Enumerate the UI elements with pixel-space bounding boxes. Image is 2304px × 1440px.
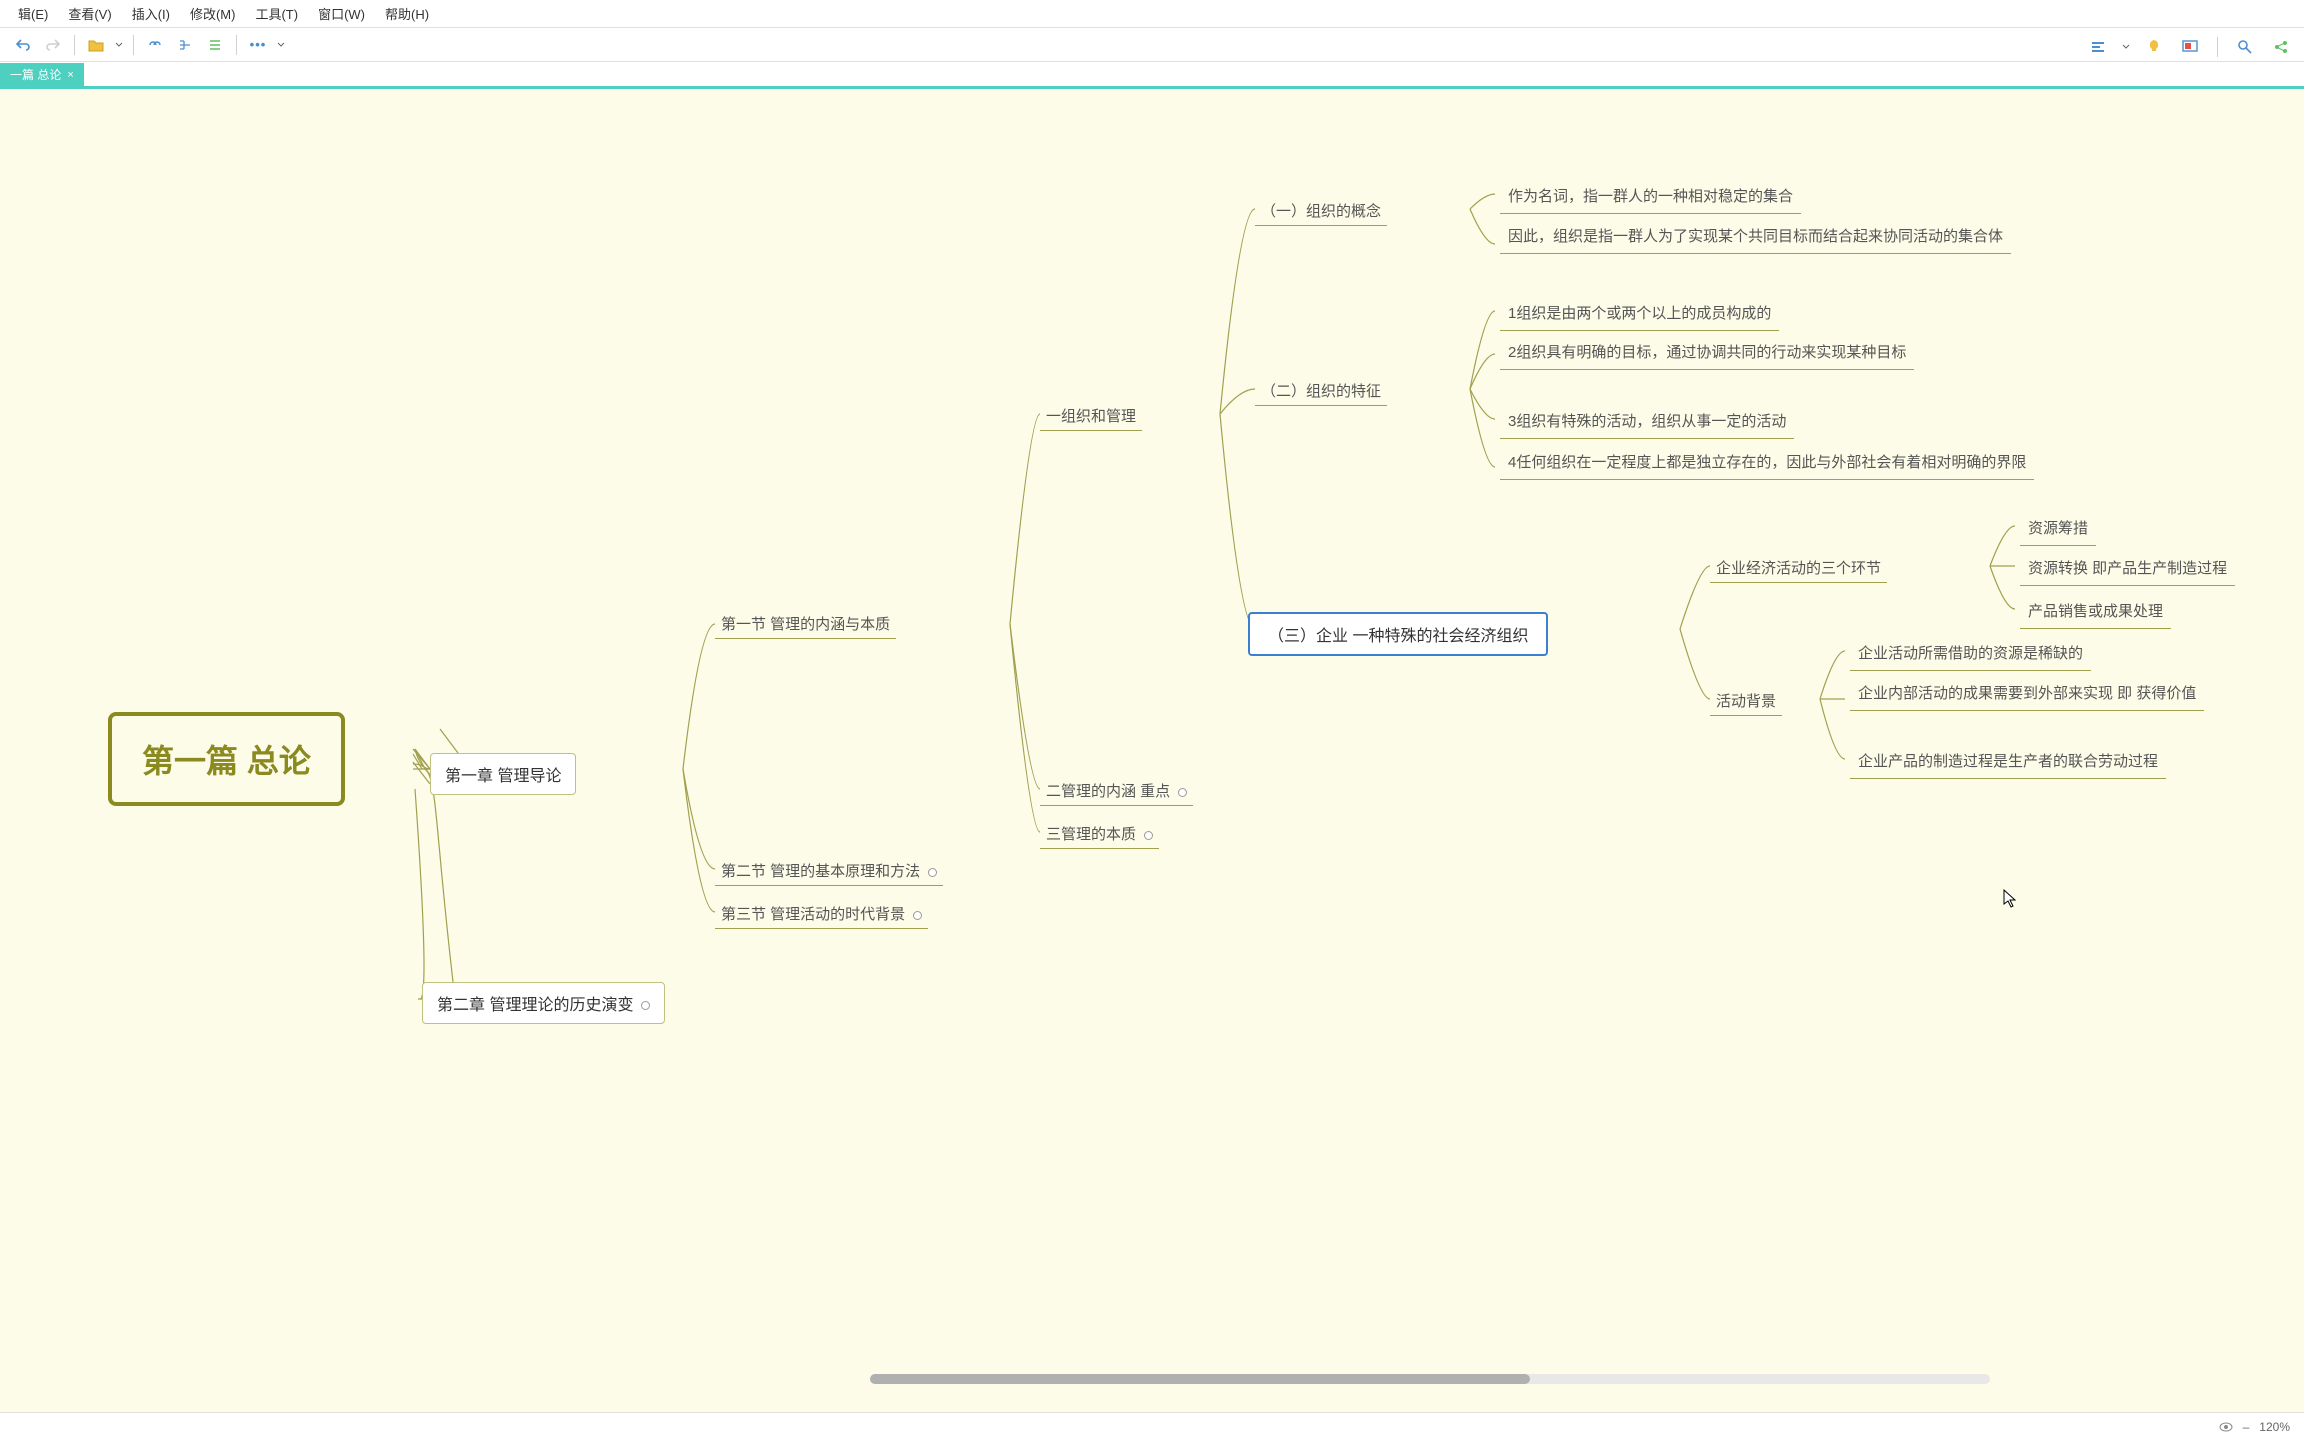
tab-bar: 一篇 总论 × [0, 62, 2304, 86]
idea-button[interactable] [2141, 34, 2167, 60]
more-button[interactable]: ••• [245, 32, 271, 58]
share-button[interactable] [2268, 34, 2294, 60]
leaf-q1a[interactable]: 资源筹措 [2020, 513, 2096, 546]
leaf-q2c[interactable]: 企业产品的制造过程是生产者的联合劳动过程 [1850, 746, 2166, 779]
leaf-l2d[interactable]: 4任何组织在一定程度上都是独立存在的，因此与外部社会有着相对明确的界限 [1500, 447, 2034, 480]
node-topic2[interactable]: 二管理的内涵 重点 [1040, 776, 1193, 806]
leaf-l2c[interactable]: 3组织有特殊的活动，组织从事一定的活动 [1500, 406, 1794, 439]
collapse-icon[interactable] [928, 868, 937, 877]
leaf-q2a[interactable]: 企业活动所需借助的资源是稀缺的 [1850, 638, 2091, 671]
search-button[interactable] [2232, 34, 2258, 60]
branch-button[interactable] [172, 32, 198, 58]
folder-dropdown[interactable] [113, 32, 125, 58]
align-dropdown[interactable] [2121, 34, 2131, 60]
folder-button[interactable] [83, 32, 109, 58]
node-section2[interactable]: 第二节 管理的基本原理和方法 [715, 856, 943, 886]
mindmap-canvas[interactable]: 第一篇 总论 第一章 管理导论 第二章 管理理论的历史演变 第一节 管理的内涵与… [0, 86, 2304, 1412]
leaf-l2a[interactable]: 1组织是由两个或两个以上的成员构成的 [1500, 298, 1779, 331]
status-bar: – 120% [0, 1412, 2304, 1440]
node-p1[interactable]: （一）组织的概念 [1255, 196, 1387, 226]
leaf-l2b[interactable]: 2组织具有明确的目标，通过协调共同的行动来实现某种目标 [1500, 337, 1914, 370]
menu-help[interactable]: 帮助(H) [375, 0, 439, 27]
leaf-l1b[interactable]: 因此，组织是指一群人为了实现某个共同目标而结合起来协同活动的集合体 [1500, 221, 2011, 254]
tab-close-icon[interactable]: × [67, 69, 73, 81]
node-section1[interactable]: 第一节 管理的内涵与本质 [715, 609, 896, 639]
redo-button[interactable] [40, 32, 66, 58]
leaf-l1a[interactable]: 作为名词，指一群人的一种相对稳定的集合 [1500, 181, 1801, 214]
menu-view[interactable]: 查看(V) [58, 0, 121, 27]
zoom-level[interactable]: 120% [2259, 1420, 2290, 1434]
menu-window[interactable]: 窗口(W) [308, 0, 375, 27]
node-chapter2[interactable]: 第二章 管理理论的历史演变 [422, 982, 665, 1024]
collapse-icon[interactable] [1144, 831, 1153, 840]
undo-button[interactable] [10, 32, 36, 58]
more-dropdown[interactable] [275, 32, 287, 58]
horizontal-scrollbar[interactable] [870, 1374, 1990, 1384]
leaf-q2b[interactable]: 企业内部活动的成果需要到外部来实现 即 获得价值 [1850, 678, 2204, 711]
node-chapter1[interactable]: 第一章 管理导论 [430, 753, 576, 795]
document-tab[interactable]: 一篇 总论 × [0, 63, 84, 86]
leaf-q1b[interactable]: 资源转换 即产品生产制造过程 [2020, 553, 2235, 586]
node-section3[interactable]: 第三节 管理活动的时代背景 [715, 899, 928, 929]
node-p3-selected[interactable]: （三）企业 一种特殊的社会经济组织 [1248, 612, 1548, 656]
link-button[interactable] [142, 32, 168, 58]
align-button[interactable] [2085, 34, 2111, 60]
node-q1[interactable]: 企业经济活动的三个环节 [1710, 553, 1887, 583]
mouse-cursor-icon [2003, 889, 2017, 909]
collapse-icon[interactable] [1178, 788, 1187, 797]
leaf-q1c[interactable]: 产品销售或成果处理 [2020, 596, 2171, 629]
node-p2[interactable]: （二）组织的特征 [1255, 376, 1387, 406]
zoom-minus[interactable]: – [2243, 1420, 2250, 1434]
menu-modify[interactable]: 修改(M) [180, 0, 246, 27]
menu-bar: 辑(E) 查看(V) 插入(I) 修改(M) 工具(T) 窗口(W) 帮助(H) [0, 0, 2304, 28]
present-button[interactable] [2177, 34, 2203, 60]
collapse-icon[interactable] [913, 911, 922, 920]
right-toolbar [2085, 30, 2294, 64]
menu-edit[interactable]: 辑(E) [8, 0, 58, 27]
toolbar: ••• [0, 28, 2304, 62]
menu-insert[interactable]: 插入(I) [122, 0, 180, 27]
scrollbar-thumb[interactable] [870, 1374, 1530, 1384]
list-button[interactable] [202, 32, 228, 58]
eye-icon[interactable] [2219, 1422, 2233, 1432]
node-topic1[interactable]: 一组织和管理 [1040, 401, 1142, 431]
root-node[interactable]: 第一篇 总论 [108, 712, 345, 806]
tab-title: 一篇 总论 [10, 66, 61, 83]
collapse-icon[interactable] [641, 1001, 650, 1010]
node-topic3[interactable]: 三管理的本质 [1040, 819, 1159, 849]
node-q2[interactable]: 活动背景 [1710, 686, 1782, 716]
menu-tools[interactable]: 工具(T) [245, 0, 308, 27]
